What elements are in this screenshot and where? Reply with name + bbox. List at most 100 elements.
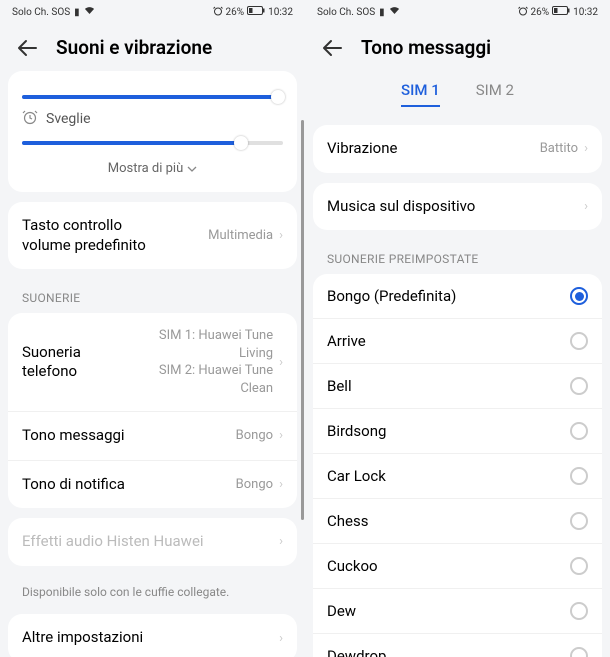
ringtones-section-label: SUONERIE	[8, 279, 297, 313]
histen-card: Effetti audio Histen Huawei ›	[8, 518, 297, 566]
preset-section-label: SUONERIE PREIMPOSTATE	[313, 240, 602, 274]
ringtone-name: Birdsong	[327, 422, 386, 440]
alarm-status-icon	[213, 6, 223, 19]
ringtone-name: Arrive	[327, 332, 366, 350]
message-tone-label: Tono messaggi	[22, 426, 125, 446]
ringtone-item[interactable]: Bell	[313, 363, 602, 408]
radio-button[interactable]	[570, 287, 588, 305]
ringtone-item[interactable]: Birdsong	[313, 408, 602, 453]
radio-button[interactable]	[570, 467, 588, 485]
other-settings-row[interactable]: Altre impostazioni ›	[8, 614, 297, 657]
music-device-label: Musica sul dispositivo	[327, 197, 475, 217]
histen-label: Effetti audio Histen Huawei	[22, 532, 204, 552]
notification-tone-label: Tono di notifica	[22, 475, 125, 495]
chevron-right-icon: ›	[279, 355, 283, 370]
wifi-icon	[389, 6, 400, 18]
histen-row: Effetti audio Histen Huawei ›	[8, 518, 297, 566]
message-tone-screen: Solo Ch. SOS ▮ 26% 10:32 Tono messaggi S…	[305, 0, 610, 657]
radio-button[interactable]	[570, 332, 588, 350]
histen-helper: Disponibile solo con le cuffie collegate…	[8, 576, 297, 615]
battery-icon	[247, 6, 265, 18]
tab-sim1[interactable]: SIM 1	[401, 81, 440, 107]
ringtone-item[interactable]: Chess	[313, 498, 602, 543]
ringtone-item[interactable]: Cuckoo	[313, 543, 602, 588]
scrollbar[interactable]	[301, 120, 304, 520]
ringtone-name: Bongo (Predefinita)	[327, 287, 456, 305]
ringtone-item[interactable]: Arrive	[313, 318, 602, 363]
status-bar: Solo Ch. SOS ▮ 26% 10:32	[305, 0, 610, 22]
battery-text: 26%	[531, 7, 550, 18]
battery-text: 26%	[226, 7, 245, 18]
show-more-button[interactable]: Mostra di più	[22, 155, 283, 186]
ringtone-name: Bell	[327, 377, 352, 395]
time-text: 10:32	[573, 7, 598, 18]
ringtone-name: Dew	[327, 602, 356, 620]
carrier-text: Solo Ch. SOS	[12, 7, 70, 18]
sim-tabs: SIM 1 SIM 2	[305, 71, 610, 113]
music-device-row[interactable]: Musica sul dispositivo ›	[313, 183, 602, 231]
radio-button[interactable]	[570, 557, 588, 575]
radio-button[interactable]	[570, 647, 588, 657]
ringtone-name: Cuckoo	[327, 557, 378, 575]
vibration-row[interactable]: Vibrazione Battito ›	[313, 125, 602, 173]
sos-icon: ▮	[379, 7, 385, 18]
ringtone-item[interactable]: Dew	[313, 588, 602, 633]
vibration-card: Vibrazione Battito ›	[313, 125, 602, 173]
back-button[interactable]	[321, 37, 343, 59]
chevron-right-icon: ›	[279, 428, 283, 443]
volume-key-value: Multimedia	[208, 227, 273, 245]
ringtone-list: Bongo (Predefinita) Arrive Bell Birdsong Car…	[313, 274, 602, 657]
phone-ringtone-label: Suoneria telefono	[22, 343, 133, 382]
chevron-right-icon: ›	[279, 631, 283, 646]
page-title: Tono messaggi	[361, 36, 491, 59]
phone-ringtone-sim1: SIM 1: Huawei Tune Living	[133, 327, 273, 362]
phone-ringtone-sim2: SIM 2: Huawei Tune Clean	[133, 362, 273, 397]
volume-key-row[interactable]: Tasto controllo volume predefinito Multi…	[8, 202, 297, 269]
radio-button[interactable]	[570, 377, 588, 395]
ringtone-item[interactable]: Car Lock	[313, 453, 602, 498]
message-tone-row[interactable]: Tono messaggi Bongo ›	[8, 411, 297, 460]
volume-key-card: Tasto controllo volume predefinito Multi…	[8, 202, 297, 269]
ringtones-card: Suoneria telefono SIM 1: Huawei Tune Liv…	[8, 313, 297, 508]
message-tone-value: Bongo	[236, 427, 273, 445]
chevron-right-icon: ›	[279, 228, 283, 243]
chevron-right-icon: ›	[584, 199, 588, 214]
phone-ringtone-row[interactable]: Suoneria telefono SIM 1: Huawei Tune Liv…	[8, 313, 297, 411]
radio-button[interactable]	[570, 602, 588, 620]
carrier-text: Solo Ch. SOS	[317, 7, 375, 18]
ringtone-name: Dewdrop	[327, 647, 386, 657]
radio-button[interactable]	[570, 422, 588, 440]
back-button[interactable]	[16, 37, 38, 59]
volume-slider[interactable]	[22, 95, 283, 99]
volume-key-label: Tasto controllo volume predefinito	[22, 216, 172, 255]
alarm-icon	[22, 109, 38, 129]
notification-tone-row[interactable]: Tono di notifica Bongo ›	[8, 460, 297, 509]
music-device-card: Musica sul dispositivo ›	[313, 183, 602, 231]
chevron-right-icon: ›	[279, 477, 283, 492]
alarm-slider[interactable]	[22, 141, 283, 145]
tab-sim2[interactable]: SIM 2	[476, 81, 514, 107]
sos-icon: ▮	[74, 7, 80, 18]
header: Tono messaggi	[305, 22, 610, 71]
radio-button[interactable]	[570, 512, 588, 530]
header: Suoni e vibrazione	[0, 22, 305, 71]
ringtone-name: Chess	[327, 512, 368, 530]
other-settings-card: Altre impostazioni ›	[8, 614, 297, 657]
status-bar: Solo Ch. SOS ▮ 26% 10:32	[0, 0, 305, 22]
vibration-value: Battito	[540, 140, 578, 158]
page-title: Suoni e vibrazione	[56, 36, 212, 59]
volume-sliders-card: Sveglie Mostra di più	[8, 71, 297, 192]
chevron-right-icon: ›	[279, 534, 283, 549]
alarm-status-icon	[518, 6, 528, 19]
vibration-label: Vibrazione	[327, 139, 397, 159]
notification-tone-value: Bongo	[236, 476, 273, 494]
ringtone-item[interactable]: Bongo (Predefinita)	[313, 274, 602, 318]
battery-icon	[552, 6, 570, 18]
time-text: 10:32	[268, 7, 293, 18]
other-settings-label: Altre impostazioni	[22, 628, 143, 648]
ringtone-item[interactable]: Dewdrop	[313, 633, 602, 657]
chevron-down-icon	[187, 166, 197, 172]
alarm-label: Sveglie	[46, 111, 91, 127]
wifi-icon	[84, 6, 95, 18]
sounds-vibration-screen: Solo Ch. SOS ▮ 26% 10:32 Suoni e vibrazi…	[0, 0, 305, 657]
